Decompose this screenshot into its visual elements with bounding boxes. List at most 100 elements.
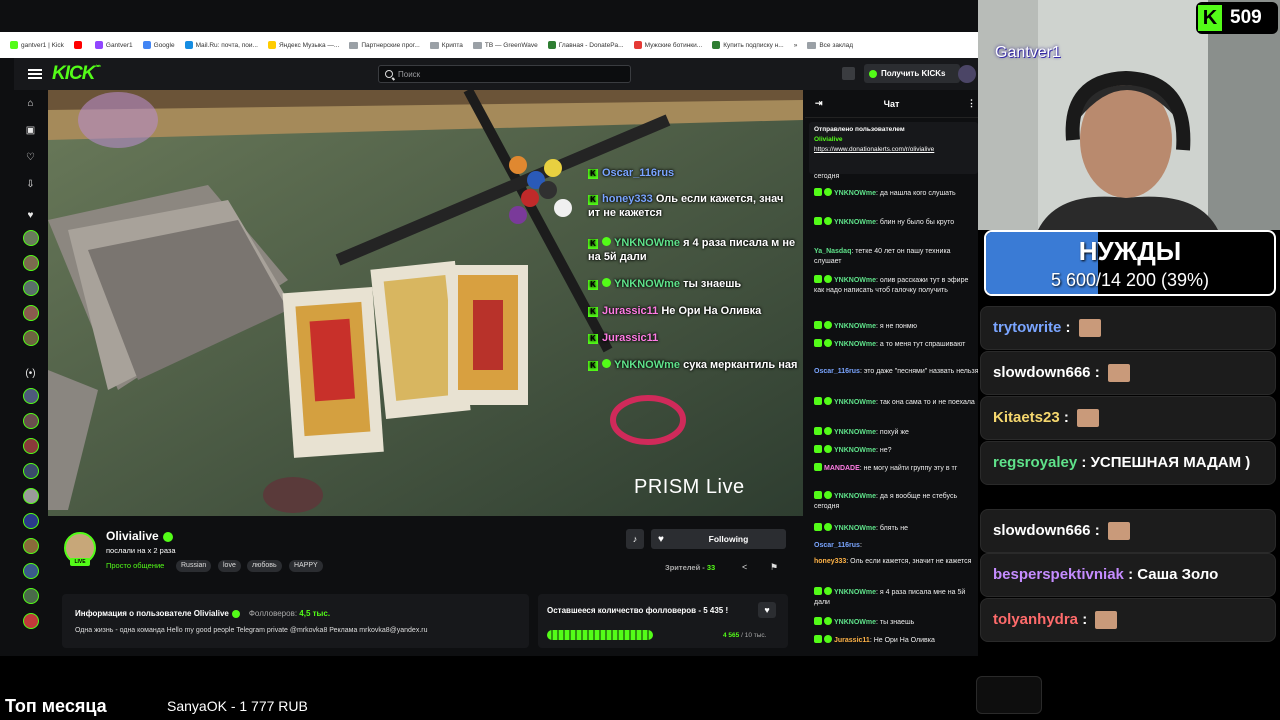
clips-icon[interactable]: ⇩ [25, 179, 36, 190]
overlay-chat-widget: trytowrite : slowdown666 : Kitaets23 : r… [978, 296, 1280, 676]
browse-icon[interactable]: ▣ [25, 125, 36, 136]
chat-username[interactable]: Jurassic11 [834, 637, 870, 644]
pinned-link[interactable]: https://www.donationalerts.com/r/olivial… [814, 146, 934, 153]
sidebar-channel-avatar[interactable] [23, 330, 39, 346]
chat-username[interactable]: YNKNOWme [834, 341, 876, 348]
subscriber-badge-icon [814, 491, 822, 499]
overlay-chat-user: Oscar_116rus [602, 167, 675, 179]
theater-mode-icon[interactable] [842, 67, 855, 80]
chat-username[interactable]: YNKNOWme [834, 219, 876, 226]
recommended-icon[interactable]: (•) [25, 368, 36, 379]
bookmark-label: Gantver1 [105, 41, 133, 49]
bookmark[interactable]: Google [142, 41, 175, 49]
sidebar-channel-avatar[interactable] [23, 388, 39, 404]
chat-username[interactable]: Ya_Nasdaq [814, 248, 851, 255]
chat-message: YNKNOWme: так она сама то и не поехала [814, 397, 978, 408]
overlay-chat-text: УСПЕШНАЯ МАДАМ ) [1090, 454, 1251, 471]
chat-username[interactable]: YNKNOWme [834, 277, 876, 284]
chat-username[interactable]: YNKNOWme [834, 589, 876, 596]
menu-icon[interactable] [26, 67, 44, 81]
following-button[interactable]: ♥ Following [651, 529, 786, 549]
bookmark[interactable]: gantver1 | Kick [10, 41, 64, 49]
sidebar-channel-avatar[interactable] [23, 513, 39, 529]
bookmark[interactable]: Все заклад [807, 41, 853, 49]
bookmark[interactable]: Крипта [429, 41, 463, 49]
chat-username[interactable]: YNKNOWme [834, 323, 876, 330]
bookmark[interactable]: » [794, 42, 798, 49]
sidebar-channel-avatar[interactable] [23, 438, 39, 454]
category-link[interactable]: Просто общение [106, 561, 164, 570]
chat-text: : Оль если кажется, значит не кажется [846, 558, 972, 565]
bookmark[interactable]: Мужские ботинки... [633, 41, 702, 49]
chat-username[interactable]: YNKNOWme [834, 619, 876, 626]
bookmark-label: gantver1 | Kick [21, 41, 64, 49]
tag[interactable]: любовь [247, 560, 282, 572]
goal-heart-icon[interactable]: ♥ [758, 602, 776, 618]
chat-username[interactable]: YNKNOWme [834, 190, 876, 197]
favorites-heart-icon[interactable]: ♥ [25, 210, 36, 221]
sidebar-channel-avatar[interactable] [23, 305, 39, 321]
chat-text: сегодня [814, 173, 840, 180]
bookmark[interactable]: Яндекс Музыка —... [267, 41, 340, 49]
tag[interactable]: Russian [176, 560, 212, 572]
verified-icon [824, 275, 832, 283]
channel-info: LIVE Olivialive послали на х 2 раза Прос… [48, 516, 803, 656]
search-input[interactable]: Поиск [378, 65, 631, 83]
donation-goal-widget: НУЖДЫ 5 600/14 200 (39%) [984, 230, 1276, 296]
channel-name[interactable]: Olivialive [106, 529, 173, 543]
chat-username[interactable]: honey333 [814, 558, 846, 565]
chat-text: : блять не [876, 525, 909, 532]
folder-icon [807, 41, 817, 49]
home-icon[interactable]: ⌂ [25, 98, 36, 109]
following-icon[interactable]: ♡ [25, 152, 36, 163]
chat-text: : так она сама то и не поехала [876, 399, 975, 406]
collapse-chat-icon[interactable]: ⇥ [815, 98, 823, 109]
get-kicks-button[interactable]: Получить KICKs [864, 64, 960, 83]
viewers-label: Зрителей - [665, 563, 705, 572]
chat-username[interactable]: YNKNOWme [834, 429, 876, 436]
donation-goal-value: 5 600/14 200 (39%) [1050, 270, 1210, 290]
sidebar-channel-avatar[interactable] [23, 413, 39, 429]
chat-menu-icon[interactable]: ⋮ [967, 98, 976, 109]
bookmark[interactable]: Главная - DonatePa... [547, 41, 624, 49]
sidebar-channel-avatar[interactable] [23, 563, 39, 579]
bookmark[interactable]: TB — GreenWave [472, 41, 538, 49]
report-icon[interactable]: ⚑ [770, 562, 778, 573]
chat-username[interactable]: Oscar_116rus [814, 542, 860, 549]
bookmark-label: Яндекс Музыка —... [278, 41, 340, 49]
favicon-icon [712, 41, 721, 49]
chat-username[interactable]: YNKNOWme [834, 399, 876, 406]
bookmark[interactable]: Купить подписку н... [712, 41, 784, 49]
bookmark[interactable]: Gantver1 [94, 41, 133, 49]
overlay-chat-message: trytowrite : [980, 306, 1276, 350]
sidebar-channel-avatar[interactable] [23, 613, 39, 629]
sidebar-channel-avatar[interactable] [23, 488, 39, 504]
prism-live-watermark: PRISM Live [634, 476, 745, 498]
sidebar-channel-avatar[interactable] [23, 463, 39, 479]
tag[interactable]: HAPPY [289, 560, 323, 572]
chat-message: YNKNOWme: блять не [814, 523, 978, 534]
share-icon[interactable]: < [742, 562, 747, 572]
overlay-chat-username: trytowrite [993, 319, 1062, 336]
overlay-chat-username: regsroyaley [993, 454, 1078, 471]
overlay-chat-line: K YNKNOWme сука меркантиль ная [588, 358, 798, 372]
user-avatar[interactable] [958, 65, 976, 83]
chat-username[interactable]: MANDADE [824, 465, 860, 472]
stream-title: послали на х 2 раза [106, 546, 176, 555]
sidebar-channel-avatar[interactable] [23, 280, 39, 296]
notification-bell-icon[interactable]: ♪ [626, 529, 644, 549]
bookmark[interactable]: Mail.Ru: почта, пои... [184, 41, 258, 49]
bookmark[interactable]: Партнерские прог... [349, 41, 420, 49]
sidebar-channel-avatar[interactable] [23, 230, 39, 246]
kick-logo[interactable]: KICKbeta [52, 63, 101, 85]
sidebar-channel-avatar[interactable] [23, 255, 39, 271]
video-player[interactable]: K Oscar_116rus Khoney333 Оль если кажется… [48, 90, 803, 516]
sidebar-channel-avatar[interactable] [23, 588, 39, 604]
sidebar-channel-avatar[interactable] [23, 538, 39, 554]
chat-username[interactable]: YNKNOWme [834, 525, 876, 532]
chat-username[interactable]: Oscar_116rus [814, 368, 860, 375]
chat-username[interactable]: YNKNOWme [834, 493, 876, 500]
chat-username[interactable]: YNKNOWme [834, 447, 876, 454]
tag[interactable]: love [218, 560, 241, 572]
bookmark[interactable] [73, 41, 85, 49]
